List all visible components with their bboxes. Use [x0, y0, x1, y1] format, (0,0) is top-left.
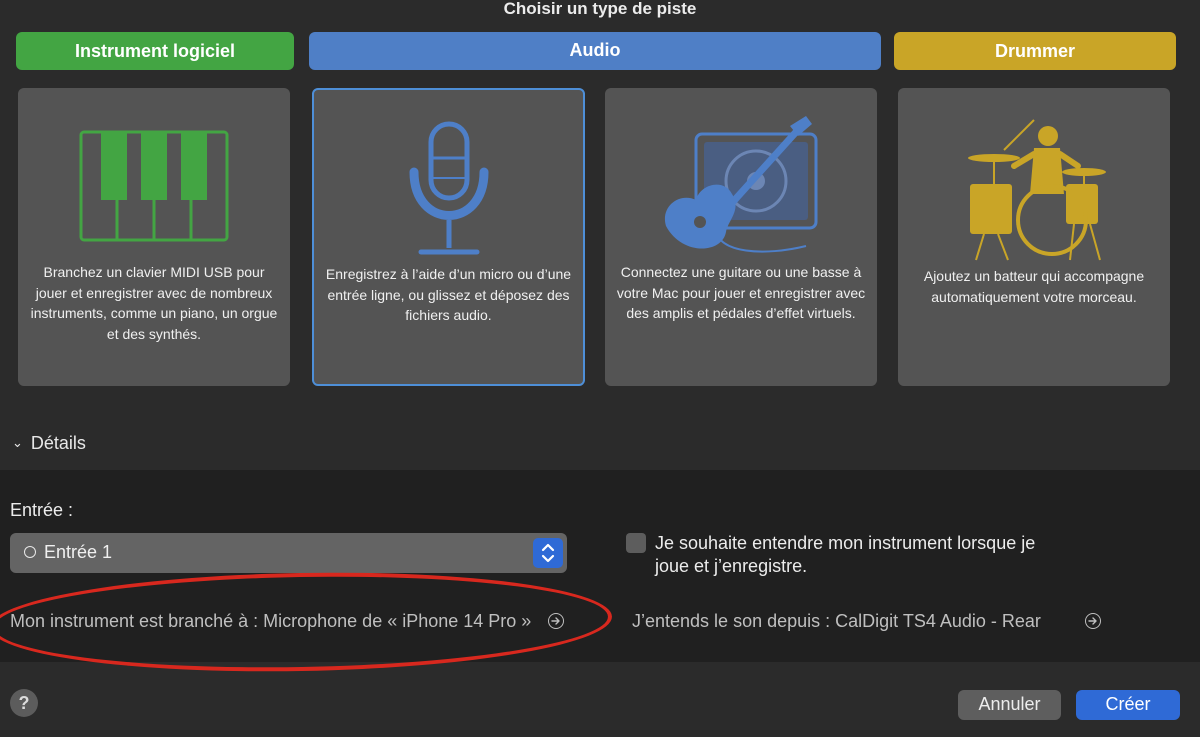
card-drummer[interactable]: Ajoutez un batteur qui accompagne automa…	[898, 88, 1170, 386]
microphone-icon	[409, 121, 488, 255]
card-description: Connectez une guitare ou une basse à vot…	[616, 264, 866, 321]
dialog-title: Choisir un type de piste	[503, 0, 697, 18]
details-disclosure[interactable]: ⌄ Détails	[12, 433, 86, 454]
input-select[interactable]: Entrée 1	[10, 533, 567, 573]
cancel-button[interactable]: Annuler	[958, 690, 1061, 720]
card-description: Ajoutez un batteur qui accompagne automa…	[923, 268, 1145, 305]
input-select-value: Entrée 1	[44, 542, 113, 562]
card-instrument-logiciel[interactable]: Branchez un clavier MIDI USB pour jouer …	[18, 88, 290, 386]
guitar-amp-icon	[664, 116, 818, 253]
monitor-checkbox[interactable]	[626, 533, 646, 553]
piano-keys-icon	[79, 130, 229, 242]
output-route-arrow-icon[interactable]	[1085, 613, 1101, 629]
chevron-down-icon: ⌄	[12, 435, 23, 450]
output-route-text: J’entends le son depuis : CalDigit TS4 A…	[632, 611, 1041, 631]
monitor-checkbox-label: Je souhaite entendre mon instrument lors…	[655, 532, 1065, 578]
monitor-label-text: Je souhaite entendre mon instrument lors…	[655, 533, 1036, 576]
drummer-icon	[968, 119, 1106, 261]
input-route-text: Mon instrument est branché à : Microphon…	[10, 611, 532, 631]
help-button[interactable]: ?	[10, 689, 38, 717]
tab-drummer[interactable]: Drummer	[894, 32, 1176, 70]
input-label: Entrée :	[10, 500, 74, 520]
card-description: Branchez un clavier MIDI USB pour jouer …	[30, 264, 278, 342]
tab-instrument-logiciel[interactable]: Instrument logiciel	[16, 32, 294, 70]
card-audio[interactable]: Enregistrez à l’aide d’un micro ou d’une…	[312, 88, 585, 386]
card-guitare-basse[interactable]: Connectez une guitare ou une basse à vot…	[605, 88, 877, 386]
input-circle-icon	[24, 546, 36, 558]
create-button[interactable]: Créer	[1076, 690, 1180, 720]
input-route-arrow-icon[interactable]	[548, 613, 564, 629]
tab-audio[interactable]: Audio	[309, 32, 881, 70]
details-label: Détails	[30, 433, 86, 453]
select-stepper-icon[interactable]	[533, 538, 563, 568]
card-description: Enregistrez à l’aide d’un micro ou d’une…	[325, 266, 572, 323]
